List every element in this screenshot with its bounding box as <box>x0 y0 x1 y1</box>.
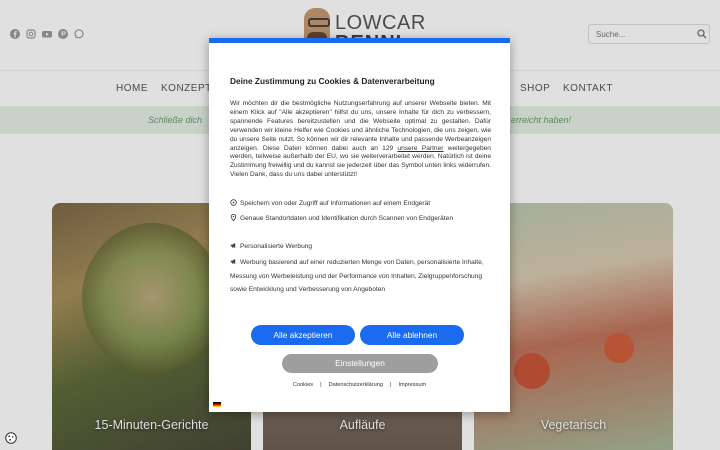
link-separator: | <box>389 382 392 388</box>
settings-button[interactable]: Einstellungen <box>282 354 438 373</box>
consent-footer-links: Cookies | Datenschutzerklärung | Impressum <box>209 382 510 388</box>
purpose-text: Genaue Standortdaten und Identifikation … <box>240 215 453 222</box>
accept-all-button[interactable]: Alle akzeptieren <box>251 325 355 345</box>
privacy-policy-link[interactable]: Datenschutzerklärung <box>329 382 383 388</box>
reject-all-button[interactable]: Alle ablehnen <box>360 325 464 345</box>
purpose-item: Genaue Standortdaten und Identifikation … <box>230 212 492 226</box>
link-separator: | <box>320 382 322 388</box>
megaphone-icon <box>230 242 237 249</box>
purpose-text: Personalisierte Werbung <box>240 243 313 250</box>
consent-title: Deine Zustimmung zu Cookies & Datenverar… <box>230 76 435 86</box>
consent-description: Wir möchten dir die bestmögliche Nutzung… <box>230 100 491 180</box>
cookies-link[interactable]: Cookies <box>293 382 313 388</box>
purpose-item: Personalisierte Werbung <box>230 240 492 254</box>
cookie-consent-dialog: Deine Zustimmung zu Cookies & Datenverar… <box>209 38 510 412</box>
purpose-text: Speichern von oder Zugriff auf Informati… <box>240 200 431 207</box>
purpose-item: Speichern von oder Zugriff auf Informati… <box>230 197 492 211</box>
location-pin-icon <box>230 214 237 221</box>
german-flag-icon[interactable] <box>213 402 221 407</box>
purpose-text: Werbung basierend auf einer reduzierten … <box>230 259 484 293</box>
purpose-item: Werbung basierend auf einer reduzierten … <box>230 256 492 297</box>
imprint-link[interactable]: Impressum <box>398 382 426 388</box>
storage-icon <box>230 199 237 206</box>
megaphone-icon <box>230 258 237 265</box>
partners-link[interactable]: unsere Partner <box>397 145 443 152</box>
cookie-settings-icon[interactable] <box>5 432 17 444</box>
